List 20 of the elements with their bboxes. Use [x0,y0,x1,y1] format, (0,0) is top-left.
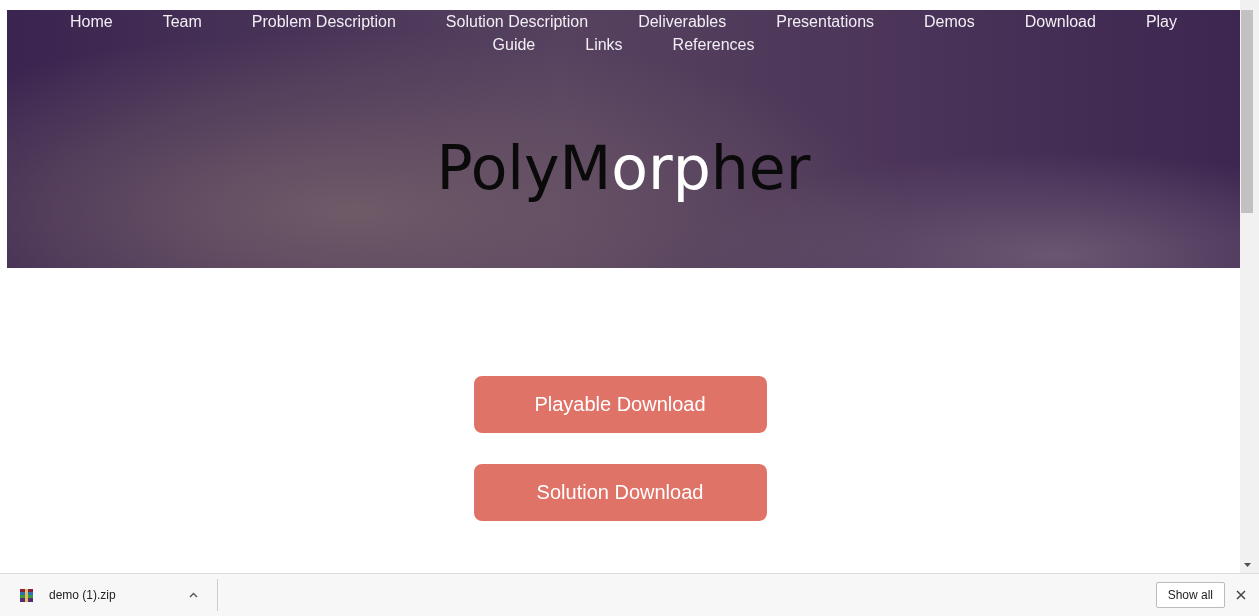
scrollbar-thumb[interactable] [1241,10,1253,213]
archive-icon [20,588,34,602]
nav-link[interactable]: Guide [492,33,536,56]
nav-link[interactable]: Deliverables [638,10,727,33]
scroll-down-icon[interactable] [1244,563,1251,567]
nav-link[interactable]: References [672,33,755,56]
nav-link[interactable]: Home [70,10,113,33]
nav-link[interactable]: Demos [924,10,975,33]
nav-link[interactable]: Download [1024,10,1096,33]
show-all-button[interactable]: Show all [1155,582,1225,608]
nav-link[interactable]: Solution Description [445,10,589,33]
nav-link[interactable]: Links [585,33,623,56]
nav-link[interactable]: Team [162,10,202,33]
nav-link[interactable]: Presentations [776,10,875,33]
caret-icon[interactable] [189,592,198,598]
nav-link[interactable]: Play [1145,10,1177,33]
site-title: PolyMorpher [435,132,812,205]
close-icon[interactable] [1236,590,1246,600]
download-filename[interactable]: demo (1).zip [49,588,116,602]
nav-link[interactable]: Problem Description [251,10,396,33]
